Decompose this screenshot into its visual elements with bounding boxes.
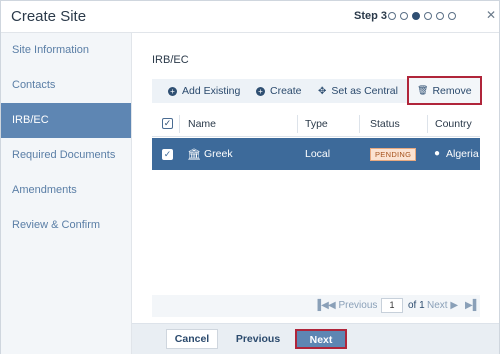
pager: ▐◀ ◀ Previous 1 of 1 Next ▶ ▶▌ bbox=[152, 295, 480, 317]
step-label: Step 3 bbox=[354, 10, 388, 22]
column-header-type[interactable]: Type bbox=[305, 111, 328, 137]
status-badge: PENDING bbox=[370, 148, 417, 161]
previous-button[interactable]: Previous bbox=[228, 329, 288, 349]
sidebar-item-contacts[interactable]: Contacts bbox=[1, 68, 131, 103]
select-all-checkbox[interactable]: ✓ bbox=[162, 118, 173, 129]
column-header-status[interactable]: Status bbox=[370, 111, 400, 137]
crosshair-icon: ✥ bbox=[318, 85, 327, 97]
step-dot-4 bbox=[424, 12, 432, 20]
step-dot-5 bbox=[436, 12, 444, 20]
create-site-dialog: Create Site Step 3 ✕ Site Information Co… bbox=[0, 0, 500, 354]
table-row[interactable]: ✓ 🏛 Greek Local PENDING ● Algeria bbox=[152, 138, 480, 170]
sidebar-item-site-information[interactable]: Site Information bbox=[1, 33, 131, 68]
section-title: IRB/EC bbox=[152, 54, 189, 66]
plus-circle-icon: + bbox=[168, 86, 177, 96]
first-page-icon[interactable]: ▐◀ bbox=[314, 300, 329, 311]
main-content: IRB/EC + Add Existing + Create ✥ Set as … bbox=[132, 33, 499, 323]
cell-name: Greek bbox=[204, 148, 233, 160]
grid-header: ✓ Name Type Status Country bbox=[152, 111, 480, 137]
column-header-name[interactable]: Name bbox=[188, 111, 216, 137]
next-button[interactable]: Next bbox=[295, 329, 347, 349]
institution-icon: 🏛 bbox=[187, 149, 201, 161]
chevron-left-icon: ◀ bbox=[328, 300, 339, 311]
trash-icon: 🗑 bbox=[417, 85, 429, 95]
remove-button[interactable]: 🗑 Remove bbox=[407, 76, 482, 105]
dialog-header: Create Site Step 3 ✕ bbox=[1, 1, 499, 33]
page-count: of 1 bbox=[408, 300, 425, 311]
sidebar-item-required-documents[interactable]: Required Documents bbox=[1, 138, 131, 173]
set-as-central-button[interactable]: ✥ Set as Central bbox=[318, 79, 398, 103]
step-dot-1 bbox=[388, 12, 396, 20]
cell-country: Algeria bbox=[446, 148, 479, 160]
create-button[interactable]: + Create bbox=[256, 79, 302, 103]
column-separator bbox=[179, 115, 180, 133]
last-page-icon[interactable]: ▶▌ bbox=[465, 300, 480, 311]
close-icon[interactable]: ✕ bbox=[486, 8, 496, 22]
step-indicator bbox=[388, 12, 460, 20]
column-header-country[interactable]: Country bbox=[435, 111, 472, 137]
step-dot-2 bbox=[400, 12, 408, 20]
next-page-button[interactable]: Next ▶ bbox=[427, 300, 458, 311]
step-dot-3 bbox=[412, 12, 420, 20]
globe-icon: ● bbox=[434, 148, 441, 159]
previous-page-label: Previous bbox=[338, 300, 378, 311]
cell-type: Local bbox=[305, 148, 331, 160]
plus-circle-icon: + bbox=[256, 86, 265, 96]
previous-page-button[interactable]: ◀ Previous bbox=[328, 300, 377, 311]
cancel-button[interactable]: Cancel bbox=[166, 329, 218, 349]
page-number-input[interactable]: 1 bbox=[381, 298, 403, 313]
add-existing-button[interactable]: + Add Existing bbox=[168, 79, 240, 103]
next-page-label: Next bbox=[427, 300, 448, 311]
sidebar-item-review-confirm[interactable]: Review & Confirm bbox=[1, 208, 131, 243]
add-existing-label: Add Existing bbox=[182, 85, 241, 97]
column-separator bbox=[427, 115, 428, 133]
sidebar-item-amendments[interactable]: Amendments bbox=[1, 173, 131, 208]
create-label: Create bbox=[270, 85, 302, 97]
chevron-right-icon: ▶ bbox=[447, 300, 459, 311]
dialog-footer: Cancel Previous Next bbox=[132, 323, 499, 354]
sidebar-item-irb-ec[interactable]: IRB/EC bbox=[1, 103, 131, 138]
column-separator bbox=[359, 115, 360, 133]
column-separator bbox=[297, 115, 298, 133]
remove-label: Remove bbox=[432, 84, 472, 97]
row-checkbox[interactable]: ✓ bbox=[162, 149, 173, 160]
step-dot-6 bbox=[448, 12, 456, 20]
dialog-title: Create Site bbox=[11, 8, 87, 25]
grid-toolbar: + Add Existing + Create ✥ Set as Central… bbox=[152, 76, 482, 105]
wizard-sidebar: Site Information Contacts IRB/EC Require… bbox=[1, 33, 132, 354]
set-as-central-label: Set as Central bbox=[331, 85, 398, 97]
